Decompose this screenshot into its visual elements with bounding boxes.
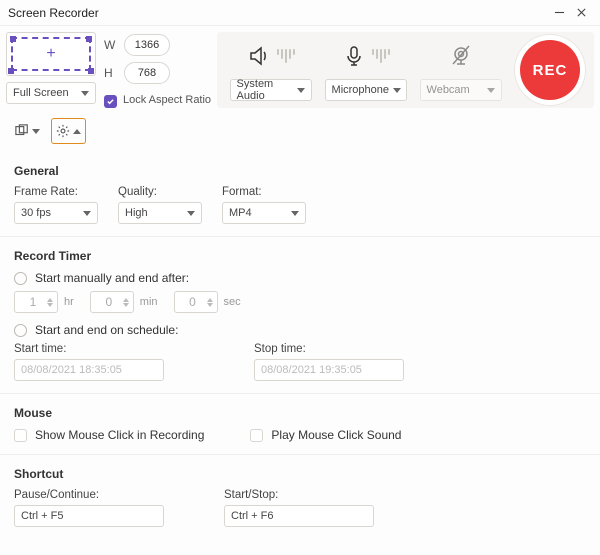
quality-label: Quality: bbox=[118, 186, 202, 198]
format-label: Format: bbox=[222, 186, 306, 198]
webcam-select[interactable]: Webcam bbox=[420, 79, 502, 101]
show-click-label: Show Mouse Click in Recording bbox=[35, 428, 204, 442]
minimize-button[interactable] bbox=[548, 2, 570, 24]
mic-level-icon bbox=[372, 49, 390, 63]
toolbar bbox=[0, 114, 600, 148]
microphone-select[interactable]: Microphone bbox=[325, 79, 407, 101]
chevron-up-icon bbox=[73, 129, 81, 134]
manual-end-radio[interactable] bbox=[14, 272, 27, 285]
height-input[interactable]: 768 bbox=[124, 62, 170, 84]
webcam-source: Webcam bbox=[415, 39, 506, 101]
top-panel: + Full Screen W 1366 H 768 Lock Aspect R… bbox=[0, 26, 600, 114]
webcam-off-icon bbox=[449, 44, 473, 68]
timer-heading: Record Timer bbox=[14, 249, 586, 263]
quality-select[interactable]: High bbox=[118, 202, 202, 224]
stop-time-label: Stop time: bbox=[254, 343, 404, 355]
click-sound-label: Play Mouse Click Sound bbox=[271, 428, 401, 442]
lock-aspect-checkbox[interactable] bbox=[104, 95, 117, 108]
region-mode-label: Full Screen bbox=[13, 87, 69, 99]
frame-rate-label: Frame Rate: bbox=[14, 186, 98, 198]
webcam-label: Webcam bbox=[427, 84, 470, 96]
title-bar: Screen Recorder bbox=[0, 0, 600, 26]
stop-time-input[interactable]: 08/08/2021 19:35:05 bbox=[254, 359, 404, 381]
region-selector[interactable]: + bbox=[6, 32, 96, 76]
system-audio-source: System Audio bbox=[225, 39, 316, 101]
chevron-down-icon bbox=[393, 88, 401, 93]
region-mode-select[interactable]: Full Screen bbox=[6, 82, 96, 104]
start-time-input[interactable]: 08/08/2021 18:35:05 bbox=[14, 359, 164, 381]
pause-shortcut-label: Pause/Continue: bbox=[14, 489, 164, 501]
height-label: H bbox=[104, 66, 118, 80]
schedule-radio[interactable] bbox=[14, 324, 27, 337]
spinner-arrows bbox=[207, 298, 213, 307]
click-sound-checkbox[interactable] bbox=[250, 429, 263, 442]
chevron-down-icon bbox=[297, 88, 305, 93]
start-time-label: Start time: bbox=[14, 343, 164, 355]
windows-icon bbox=[15, 124, 29, 138]
manual-end-label: Start manually and end after: bbox=[35, 271, 189, 285]
chevron-down-icon bbox=[81, 91, 89, 96]
record-label: REC bbox=[533, 62, 568, 79]
width-input[interactable]: 1366 bbox=[124, 34, 170, 56]
chevron-down-icon bbox=[83, 211, 91, 216]
settings-tool-button[interactable] bbox=[51, 118, 86, 144]
mouse-heading: Mouse bbox=[14, 406, 586, 420]
microphone-icon bbox=[342, 44, 366, 68]
plus-icon: + bbox=[46, 45, 55, 63]
spinner-arrows bbox=[123, 298, 129, 307]
gear-icon bbox=[56, 124, 70, 138]
general-heading: General bbox=[14, 164, 586, 178]
record-button[interactable]: REC bbox=[520, 40, 580, 100]
schedule-label: Start and end on schedule: bbox=[35, 323, 178, 337]
seconds-unit: sec bbox=[224, 296, 241, 308]
speaker-icon bbox=[247, 44, 271, 68]
window-tool-button[interactable] bbox=[10, 118, 45, 144]
hours-unit: hr bbox=[64, 296, 74, 308]
chevron-down-icon bbox=[187, 211, 195, 216]
startstop-shortcut-input[interactable]: Ctrl + F6 bbox=[224, 505, 374, 527]
close-button[interactable] bbox=[570, 2, 592, 24]
chevron-down-icon bbox=[32, 129, 40, 134]
settings-content: General Frame Rate: 30 fps Quality: High… bbox=[0, 148, 600, 539]
minutes-input[interactable]: 0 bbox=[90, 291, 134, 313]
chevron-down-icon bbox=[487, 88, 495, 93]
quality-value: High bbox=[125, 207, 148, 219]
show-click-checkbox[interactable] bbox=[14, 429, 27, 442]
seconds-input[interactable]: 0 bbox=[174, 291, 218, 313]
region-config: + Full Screen W 1366 H 768 Lock Aspect R… bbox=[6, 32, 211, 108]
microphone-source: Microphone bbox=[320, 39, 411, 101]
microphone-label: Microphone bbox=[332, 84, 389, 96]
system-audio-select[interactable]: System Audio bbox=[230, 79, 312, 101]
sources-panel: System Audio Microphone bbox=[217, 32, 594, 108]
window-title: Screen Recorder bbox=[8, 6, 548, 20]
pause-shortcut-input[interactable]: Ctrl + F5 bbox=[14, 505, 164, 527]
format-value: MP4 bbox=[229, 207, 252, 219]
shortcut-heading: Shortcut bbox=[14, 467, 586, 481]
audio-level-icon bbox=[277, 49, 295, 63]
frame-rate-value: 30 fps bbox=[21, 207, 51, 219]
hours-input[interactable]: 1 bbox=[14, 291, 58, 313]
chevron-down-icon bbox=[291, 211, 299, 216]
format-select[interactable]: MP4 bbox=[222, 202, 306, 224]
lock-aspect-label: Lock Aspect Ratio bbox=[123, 94, 211, 107]
system-audio-label: System Audio bbox=[237, 78, 293, 102]
minutes-unit: min bbox=[140, 296, 158, 308]
spinner-arrows bbox=[47, 298, 53, 307]
startstop-shortcut-label: Start/Stop: bbox=[224, 489, 374, 501]
width-label: W bbox=[104, 38, 118, 52]
frame-rate-select[interactable]: 30 fps bbox=[14, 202, 98, 224]
